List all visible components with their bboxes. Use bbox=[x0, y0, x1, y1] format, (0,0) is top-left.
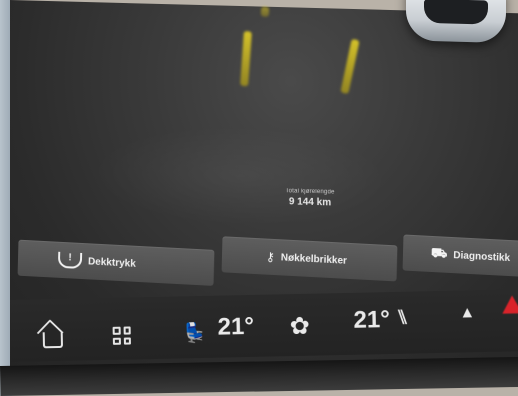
seat-heat-right-icon[interactable]: ⑊ bbox=[396, 307, 408, 330]
fan-icon[interactable]: ✿ bbox=[289, 312, 310, 341]
screen-glare bbox=[90, 122, 390, 230]
apps-grid-icon[interactable] bbox=[112, 326, 131, 345]
home-icon[interactable] bbox=[42, 331, 64, 349]
hazard-icon[interactable] bbox=[502, 295, 518, 314]
lane-marking bbox=[260, 6, 270, 18]
lane-marking bbox=[340, 38, 360, 95]
passenger-temperature[interactable]: 21° bbox=[353, 306, 390, 335]
key-fobs-label: Nøkkelbrikker bbox=[280, 251, 348, 267]
key-fob-icon: ⚷ bbox=[265, 249, 275, 265]
seat-heat-left-icon[interactable]: 💺 bbox=[182, 321, 207, 345]
diagnostics-label: Diagnostikk bbox=[453, 249, 511, 264]
odometer-value: 9 144 km bbox=[288, 196, 332, 209]
car-icon[interactable]: ▲ bbox=[459, 304, 475, 322]
tyre-pressure-label: Dekktrykk bbox=[87, 255, 136, 270]
diagnostics-button[interactable]: ⛟ Diagnostikk bbox=[402, 234, 518, 278]
diagnostics-icon: ⛟ bbox=[430, 244, 448, 261]
tyre-pressure-button[interactable]: ! Dekktrykk bbox=[17, 239, 215, 286]
lane-marking bbox=[240, 30, 252, 87]
photo: Total kjørelengde 9 144 km ! Dekktrykk ⚷… bbox=[0, 0, 518, 396]
vehicle-render bbox=[406, 0, 506, 43]
bottom-dock: 💺 21° ✿ 21° ⑊ ▲ bbox=[10, 289, 518, 362]
driver-temperature[interactable]: 21° bbox=[217, 313, 254, 342]
tyre-pressure-icon: ! bbox=[57, 251, 83, 269]
key-fobs-button[interactable]: ⚷ Nøkkelbrikker bbox=[221, 236, 398, 282]
odometer: Total kjørelengde 9 144 km bbox=[250, 187, 370, 209]
